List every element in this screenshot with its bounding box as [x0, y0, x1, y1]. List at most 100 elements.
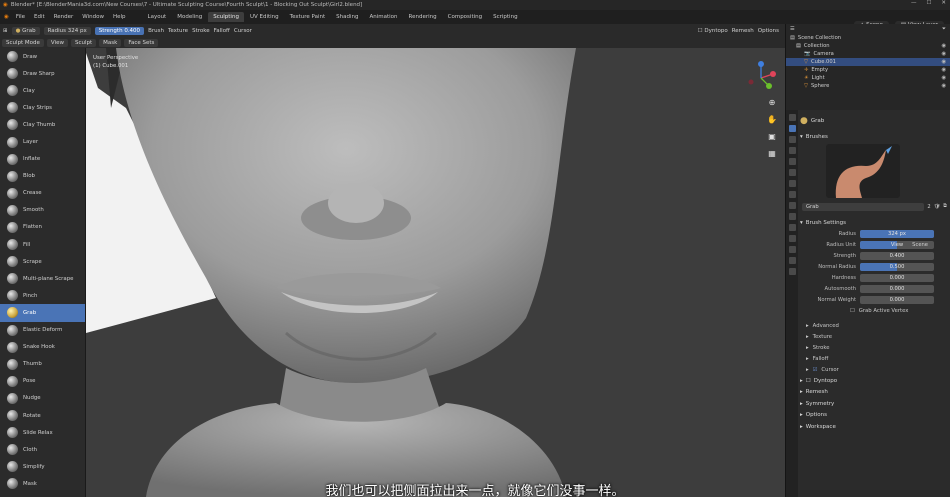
- tool-crease[interactable]: Crease: [0, 185, 85, 202]
- menu-help[interactable]: Help: [113, 14, 126, 20]
- prop-value-field[interactable]: 0.000: [860, 273, 934, 282]
- prop-value-field[interactable]: 324 px: [860, 229, 934, 238]
- prop-value-field[interactable]: 0.000: [860, 284, 934, 293]
- tool-snake-hook[interactable]: Snake Hook: [0, 339, 85, 356]
- falloff-menu[interactable]: Falloff: [214, 28, 230, 34]
- view-layer-tab-icon[interactable]: [788, 158, 796, 165]
- stroke-menu[interactable]: Stroke: [192, 28, 210, 34]
- outliner-filter-icon[interactable]: ⏷: [942, 26, 946, 33]
- tool-clay[interactable]: Clay: [0, 82, 85, 99]
- subpanel-texture[interactable]: ▸ Texture: [800, 331, 950, 342]
- tab-texture-paint[interactable]: Texture Paint: [285, 12, 331, 22]
- brushes-header[interactable]: ▾ Brushes: [800, 132, 950, 142]
- tab-scripting[interactable]: Scripting: [488, 12, 522, 22]
- menu-file[interactable]: File: [16, 14, 25, 20]
- subpanel-stroke[interactable]: ▸ Stroke: [800, 342, 950, 353]
- outliner-item-sphere[interactable]: ▽ Sphere ◉: [786, 82, 950, 90]
- output-tab-icon[interactable]: [788, 147, 796, 154]
- tool-slide-relax[interactable]: Slide Relax: [0, 424, 85, 441]
- tool-flatten[interactable]: Flatten: [0, 219, 85, 236]
- prop-value-field[interactable]: 0.400: [860, 251, 934, 260]
- texture-menu[interactable]: Texture: [168, 28, 188, 34]
- tab-shading[interactable]: Shading: [331, 12, 363, 22]
- checkbox-icon[interactable]: ☐: [850, 308, 855, 314]
- tab-layout[interactable]: Layout: [143, 12, 172, 22]
- eye-icon[interactable]: ◉: [941, 59, 946, 65]
- subpanel-advanced[interactable]: ▸ Advanced: [800, 320, 950, 331]
- section-remesh[interactable]: ▸ Remesh: [800, 387, 950, 399]
- tool-layer[interactable]: Layer: [0, 133, 85, 150]
- tab-compositing[interactable]: Compositing: [443, 12, 487, 22]
- eye-icon[interactable]: ◉: [941, 67, 946, 73]
- tool-inflate[interactable]: Inflate: [0, 151, 85, 168]
- tool-smooth[interactable]: Smooth: [0, 202, 85, 219]
- prop-value-field[interactable]: 0.500: [860, 262, 934, 271]
- radius-field[interactable]: Radius 324 px: [43, 26, 91, 35]
- tab-sculpting[interactable]: Sculpting: [208, 12, 244, 22]
- maximize-icon[interactable]: ☐: [926, 0, 931, 6]
- constraints-tab-icon[interactable]: [788, 235, 796, 242]
- close-icon[interactable]: ✕: [941, 0, 946, 6]
- tool-nudge[interactable]: Nudge: [0, 390, 85, 407]
- brush-datablock-field[interactable]: Grab: [802, 202, 925, 211]
- tab-rendering[interactable]: Rendering: [404, 12, 442, 22]
- outliner-item-collection[interactable]: ▤ Collection ◉: [786, 42, 950, 50]
- strength-field[interactable]: Strength 0.400: [94, 26, 145, 35]
- cursor-menu[interactable]: Cursor: [234, 28, 252, 34]
- section-symmetry[interactable]: ▸ Symmetry: [800, 398, 950, 410]
- outliner-editor-icon[interactable]: ☰: [790, 26, 795, 32]
- menu-window[interactable]: Window: [82, 14, 104, 20]
- active-tool-tab-icon[interactable]: [788, 125, 796, 132]
- minimize-icon[interactable]: —: [911, 0, 917, 6]
- scene-collection-row[interactable]: ▤ Scene Collection: [786, 34, 950, 42]
- checkbox-icon[interactable]: ☐: [806, 378, 811, 384]
- navigation-gizmo[interactable]: [743, 60, 779, 96]
- outliner-item-cube-001[interactable]: ▽ Cube.001 ◉: [786, 58, 950, 66]
- brush-settings-header[interactable]: ▾ Brush Settings: [800, 218, 950, 228]
- dyntopo-toggle[interactable]: ☐ Dyntopo: [698, 28, 728, 34]
- physics-tab-icon[interactable]: [788, 224, 796, 231]
- editor-type-icon[interactable]: ⊞: [3, 28, 8, 34]
- menu-edit[interactable]: Edit: [34, 14, 45, 20]
- tool-blob[interactable]: Blob: [0, 168, 85, 185]
- eye-icon[interactable]: ◉: [941, 43, 946, 49]
- brush-menu[interactable]: Brush: [148, 28, 164, 34]
- zoom-icon[interactable]: ⊕: [769, 98, 776, 107]
- outliner-item-camera[interactable]: 📷 Camera ◉: [786, 50, 950, 58]
- eye-icon[interactable]: ◉: [941, 51, 946, 57]
- menu-face-sets[interactable]: Face Sets: [124, 38, 159, 47]
- tool-cloth[interactable]: Cloth: [0, 441, 85, 458]
- tool-clay-thumb[interactable]: Clay Thumb: [0, 116, 85, 133]
- outliner-item-empty[interactable]: ✛ Empty ◉: [786, 66, 950, 74]
- tool-draw[interactable]: Draw: [0, 48, 85, 65]
- eye-icon[interactable]: ◉: [941, 75, 946, 81]
- tool-pose[interactable]: Pose: [0, 373, 85, 390]
- tool-thumb[interactable]: Thumb: [0, 356, 85, 373]
- menu-view[interactable]: View: [46, 38, 68, 47]
- world-tab-icon[interactable]: [788, 180, 796, 187]
- menu-render[interactable]: Render: [54, 14, 74, 20]
- material-tab-icon[interactable]: [788, 257, 796, 264]
- menu-mask[interactable]: Mask: [99, 38, 122, 47]
- tool-clay-strips[interactable]: Clay Strips: [0, 99, 85, 116]
- data-tab-icon[interactable]: [788, 246, 796, 253]
- prop-value-alt[interactable]: Scene: [912, 242, 928, 248]
- new-brush-icon[interactable]: ⧉: [943, 203, 947, 210]
- tool-draw-sharp[interactable]: Draw Sharp: [0, 65, 85, 82]
- modifier-tab-icon[interactable]: [788, 202, 796, 209]
- particles-tab-icon[interactable]: [788, 213, 796, 220]
- tool-multi-plane-scrape[interactable]: Multi-plane Scrape: [0, 270, 85, 287]
- tab-animation[interactable]: Animation: [364, 12, 402, 22]
- grid-icon[interactable]: ▦: [768, 149, 776, 158]
- outliner-item-light[interactable]: ☀ Light ◉: [786, 74, 950, 82]
- tab-modeling[interactable]: Modeling: [172, 12, 207, 22]
- remesh-menu[interactable]: Remesh: [732, 28, 754, 34]
- subpanel-falloff[interactable]: ▸ Falloff: [800, 353, 950, 364]
- 3d-viewport[interactable]: User Perspective (1) Cube.001 ⊕ ✋ ▣ ▦: [86, 48, 785, 497]
- tool-fill[interactable]: Fill: [0, 236, 85, 253]
- object-tab-icon[interactable]: [788, 191, 796, 198]
- tool-rotate[interactable]: Rotate: [0, 407, 85, 424]
- prop-value-field[interactable]: 0.000: [860, 295, 934, 304]
- checkbox-checked-icon[interactable]: ☑: [813, 367, 818, 373]
- render-tab-icon[interactable]: [788, 136, 796, 143]
